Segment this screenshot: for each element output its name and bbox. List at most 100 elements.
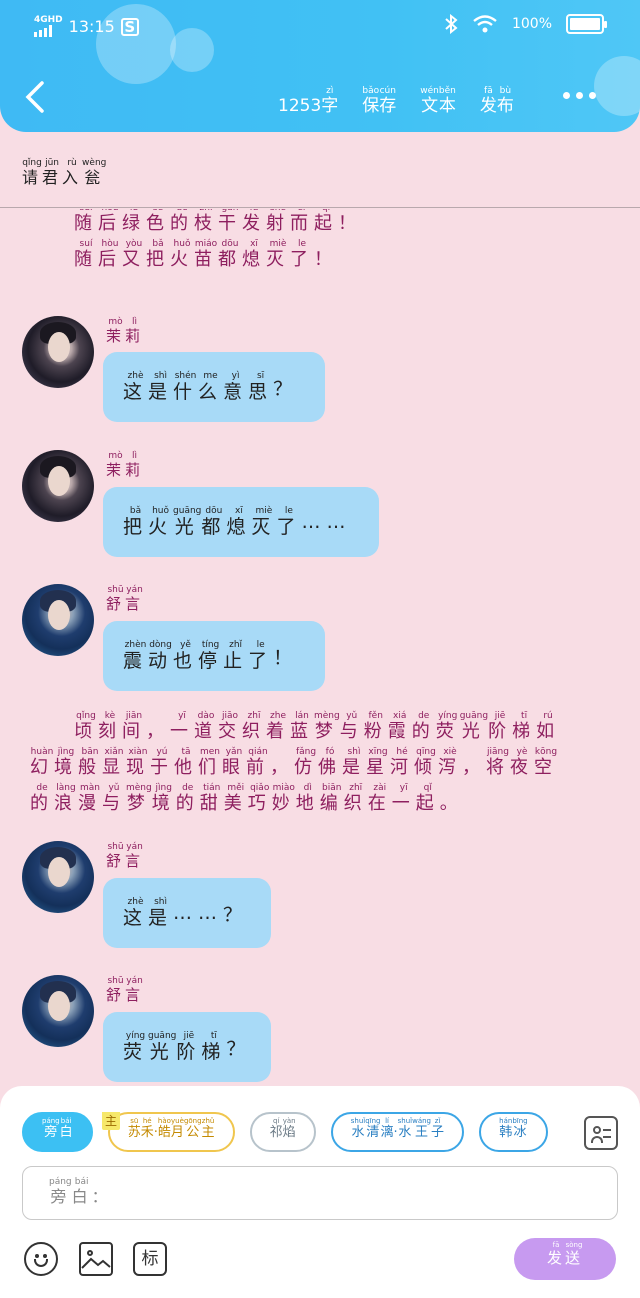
- pinyin-char: 们men: [198, 747, 222, 778]
- pinyin-char: 请qǐng: [22, 158, 43, 187]
- send-button[interactable]: 发fā送sòng: [514, 1238, 616, 1280]
- pinyin-char: 荧yíng: [123, 1030, 149, 1063]
- chat-bubble[interactable]: 震zhèn 动dòng 也yě 停tíng 止zhǐ 了le！: [103, 621, 325, 691]
- pinyin-char: 霞xiá: [387, 711, 412, 742]
- pinyin-char: 动dòng: [148, 639, 174, 672]
- pinyin-char: 都dōu: [201, 505, 227, 538]
- pinyin-char: 什shén: [173, 370, 199, 403]
- chat-bubble[interactable]: 这zhè 是shì……？: [103, 878, 271, 948]
- pinyin-char: 蓝lán: [290, 711, 314, 742]
- pinyin-char: ，: [146, 721, 170, 742]
- pinyin-char: 舒shū: [106, 585, 126, 613]
- pinyin-char: ？: [273, 377, 299, 400]
- pinyin-char: 莉lì: [125, 451, 145, 479]
- sender-name: 舒shū言yán: [106, 976, 144, 1005]
- avatar-moli[interactable]: [22, 316, 94, 388]
- pinyin-char: ？: [223, 903, 249, 926]
- pinyin-char: 般bān: [78, 747, 102, 778]
- pinyin-char: 停tíng: [198, 639, 224, 672]
- pinyin-char: 文wén: [420, 86, 439, 116]
- pinyin-char: 意yì: [223, 370, 249, 403]
- pinyin-char: 后hòu: [98, 209, 122, 234]
- pinyin-char: 与yǔ: [339, 711, 364, 742]
- avatar-shuyan[interactable]: [22, 841, 94, 913]
- save-button[interactable]: 保bǎo存cún: [362, 86, 396, 116]
- chat-bubble[interactable]: 这zhè 是shì 什shén 么me 意yì 思sī？: [103, 352, 325, 422]
- pinyin-char: 着zhe: [266, 711, 290, 742]
- emoji-icon[interactable]: [24, 1242, 58, 1276]
- pinyin-char: 主zhǔ: [201, 1117, 215, 1140]
- pinyin-char: 道dào: [194, 711, 218, 742]
- input-speaker-label: 旁páng白bái：: [49, 1177, 112, 1207]
- text-button[interactable]: 文wén本běn: [420, 86, 456, 116]
- pinyin-char: 存cún: [379, 86, 397, 116]
- pinyin-char: 眼yǎn: [222, 747, 246, 778]
- pinyin-char: ！: [314, 249, 338, 270]
- back-button[interactable]: [22, 80, 48, 116]
- pinyin-char: 主zhǔ: [104, 1112, 118, 1128]
- narration-line: 随suí后hòu又yòu把bǎ火huǒ苗miáo都dōu熄xī灭miè了le！: [74, 239, 362, 275]
- character-chip-suhe[interactable]: 主zhǔ苏sū禾hé·皓hào月yuè公gōng主zhǔ: [101, 1112, 235, 1152]
- avatar-moli[interactable]: [22, 450, 94, 522]
- pinyin-char: 随suí: [74, 209, 98, 234]
- pinyin-char: 把bǎ: [123, 505, 149, 538]
- narration-block: 顷qǐng刻kè间jiān，一yī道dào交jiāo织zhī着zhe蓝lán梦m…: [30, 711, 560, 819]
- pinyin-char: 而ér: [290, 209, 314, 234]
- chat-bubble[interactable]: 把bǎ 火huǒ 光guāng 都dōu 熄xī 灭miè 了le……: [103, 487, 379, 557]
- pinyin-char: 妙miào: [271, 783, 296, 814]
- pinyin-char: 思sī: [248, 370, 274, 403]
- character-chip-hanbing[interactable]: 韩hán冰bīng: [479, 1112, 548, 1152]
- more-dots-icon[interactable]: [563, 92, 596, 99]
- pinyin-char: 发fā: [242, 209, 266, 234]
- avatar-shuyan[interactable]: [22, 584, 94, 656]
- image-icon[interactable]: [79, 1242, 113, 1276]
- pinyin-char: 止zhǐ: [223, 639, 249, 672]
- mark-icon[interactable]: 标: [133, 1242, 167, 1276]
- pinyin-char: 都dōu: [218, 239, 242, 270]
- compose-panel: 旁páng白bái 主zhǔ苏sū禾hé·皓hào月yuè公gōng主zhǔ 祁…: [0, 1086, 640, 1298]
- pinyin-char: 了le: [248, 639, 274, 672]
- sender-name: 茉mò莉lì: [106, 451, 144, 480]
- pinyin-char: 梦mèng: [126, 783, 152, 814]
- pinyin-char: 梦mèng: [314, 711, 340, 742]
- header-actions: 1253字zì 保bǎo存cún 文wén本běn 发fā布bù: [278, 86, 514, 116]
- pinyin-char: 子zǐ: [431, 1117, 445, 1140]
- chapter-title[interactable]: 请qǐng君jūn入rù瓮wèng: [22, 158, 106, 188]
- pinyin-char: 送sòng: [565, 1241, 584, 1267]
- chat-area[interactable]: 随suí后hòu绿lǜ色sè的de枝zhī干gàn发fā射shè而ér起qǐ！随…: [0, 209, 640, 1089]
- pinyin-char: 境jìng: [151, 783, 176, 814]
- pinyin-char: 灭miè: [266, 239, 290, 270]
- narration-line: 随suí后hòu绿lǜ色sè的de枝zhī干gàn发fā射shè而ér起qǐ！: [74, 209, 362, 239]
- pinyin-char: 本běn: [438, 86, 456, 116]
- character-chip-qiyan[interactable]: 祁qí焰yàn: [249, 1112, 316, 1152]
- pinyin-char: 将jiāng: [486, 747, 510, 778]
- bluetooth-icon: [445, 14, 458, 34]
- pinyin-char: 泻xiè: [438, 747, 462, 778]
- pinyin-char: 梯tī: [201, 1030, 227, 1063]
- character-chip-narrator[interactable]: 旁páng白bái: [22, 1112, 93, 1152]
- status-time: 13:15: [68, 17, 115, 36]
- character-chip-shuiqingli[interactable]: 水shuǐ清qīng漓lí·水shuǐ王wáng子zǐ: [330, 1112, 465, 1152]
- battery-icon: [566, 14, 607, 34]
- pinyin-char: 了le: [276, 505, 302, 538]
- pinyin-char: 佛fó: [318, 747, 342, 778]
- narration-line: 顷qǐng刻kè间jiān，一yī道dào交jiāo织zhī着zhe蓝lán梦m…: [30, 711, 560, 747]
- pinyin-char: 君jūn: [42, 158, 63, 187]
- chat-bubble[interactable]: 荧yíng 光guāng 阶jiē 梯tī？: [103, 1012, 271, 1082]
- pinyin-char: 起qǐ: [415, 783, 440, 814]
- pinyin-char: 保bǎo: [362, 86, 380, 116]
- pinyin-char: 绿lǜ: [122, 209, 146, 234]
- pinyin-char: 显xiǎn: [102, 747, 126, 778]
- message-input[interactable]: 旁páng白bái：: [22, 1166, 618, 1220]
- pinyin-char: 漫màn: [78, 783, 102, 814]
- avatar-shuyan[interactable]: [22, 975, 94, 1047]
- pinyin-char: 把bǎ: [146, 239, 170, 270]
- sender-name: 舒shū言yán: [106, 842, 144, 871]
- publish-button[interactable]: 发fā布bù: [480, 86, 514, 116]
- pinyin-char: 言yán: [125, 585, 145, 613]
- pinyin-char: 这zhè: [123, 896, 149, 929]
- pinyin-char: 一yī: [170, 711, 194, 742]
- network-type: 4GHD: [34, 15, 63, 25]
- contact-card-icon[interactable]: [584, 1116, 618, 1150]
- character-selector[interactable]: 旁páng白bái 主zhǔ苏sū禾hé·皓hào月yuè公gōng主zhǔ 祁…: [22, 1112, 568, 1156]
